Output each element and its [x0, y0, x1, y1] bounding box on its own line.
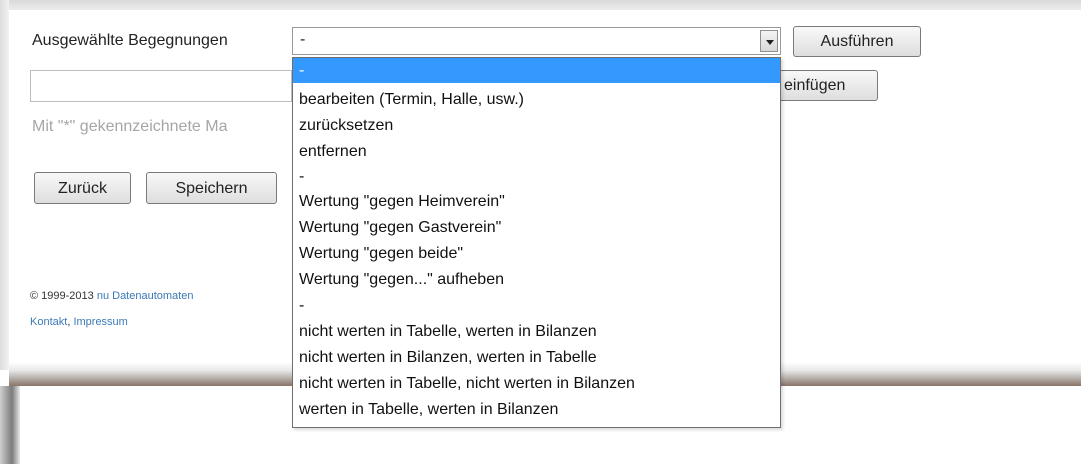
- lower-left-border: [0, 386, 20, 464]
- selected-matches-label: Ausgewählte Begegnungen: [32, 32, 228, 49]
- dropdown-option[interactable]: Wertung "gegen Gastverein": [293, 215, 780, 240]
- back-button[interactable]: Zurück: [34, 172, 131, 204]
- dropdown-option[interactable]: nicht werten in Tabelle, werten in Bilan…: [293, 319, 780, 344]
- required-fields-hint: Mit "*" gekennzeichnete Ma: [32, 118, 228, 135]
- copyright-text: © 1999-2013: [30, 290, 94, 302]
- dropdown-option[interactable]: -: [293, 164, 780, 189]
- footer-separator: ,: [67, 316, 71, 328]
- contact-link[interactable]: Kontakt: [30, 316, 67, 328]
- dropdown-option[interactable]: Wertung "gegen Heimverein": [293, 189, 780, 214]
- dropdown-option[interactable]: entfernen: [293, 139, 780, 164]
- footer-links: Kontakt, Impressum: [30, 316, 128, 328]
- dropdown-option[interactable]: nicht werten in Bilanzen, werten in Tabe…: [293, 345, 780, 370]
- action-select-value: -: [300, 31, 306, 48]
- execute-button[interactable]: Ausführen: [793, 26, 921, 57]
- top-border: [0, 0, 1081, 10]
- chevron-down-icon[interactable]: [760, 30, 778, 52]
- left-border: [0, 0, 9, 370]
- copyright-line: © 1999-2013 nu Datenautomaten: [30, 290, 193, 302]
- text-input[interactable]: [30, 70, 292, 102]
- dropdown-option[interactable]: werten in Tabelle, werten in Bilanzen: [293, 397, 780, 422]
- dropdown-option[interactable]: zurücksetzen: [293, 113, 780, 138]
- insert-button[interactable]: einfügen: [775, 70, 878, 101]
- dropdown-option[interactable]: bearbeiten (Termin, Halle, usw.): [293, 87, 780, 112]
- dropdown-option[interactable]: nicht werten in Tabelle, nicht werten in…: [293, 371, 780, 396]
- dropdown-option[interactable]: Wertung "gegen beide": [293, 241, 780, 266]
- dropdown-option[interactable]: -: [293, 293, 780, 318]
- save-button[interactable]: Speichern: [146, 172, 277, 204]
- dropdown-option[interactable]: -: [293, 58, 780, 83]
- imprint-link[interactable]: Impressum: [73, 316, 127, 328]
- action-select[interactable]: -: [292, 27, 781, 55]
- action-dropdown-list[interactable]: - bearbeiten (Termin, Halle, usw.) zurüc…: [292, 57, 781, 428]
- company-link[interactable]: nu Datenautomaten: [97, 290, 194, 302]
- dropdown-option[interactable]: Wertung "gegen..." aufheben: [293, 267, 780, 292]
